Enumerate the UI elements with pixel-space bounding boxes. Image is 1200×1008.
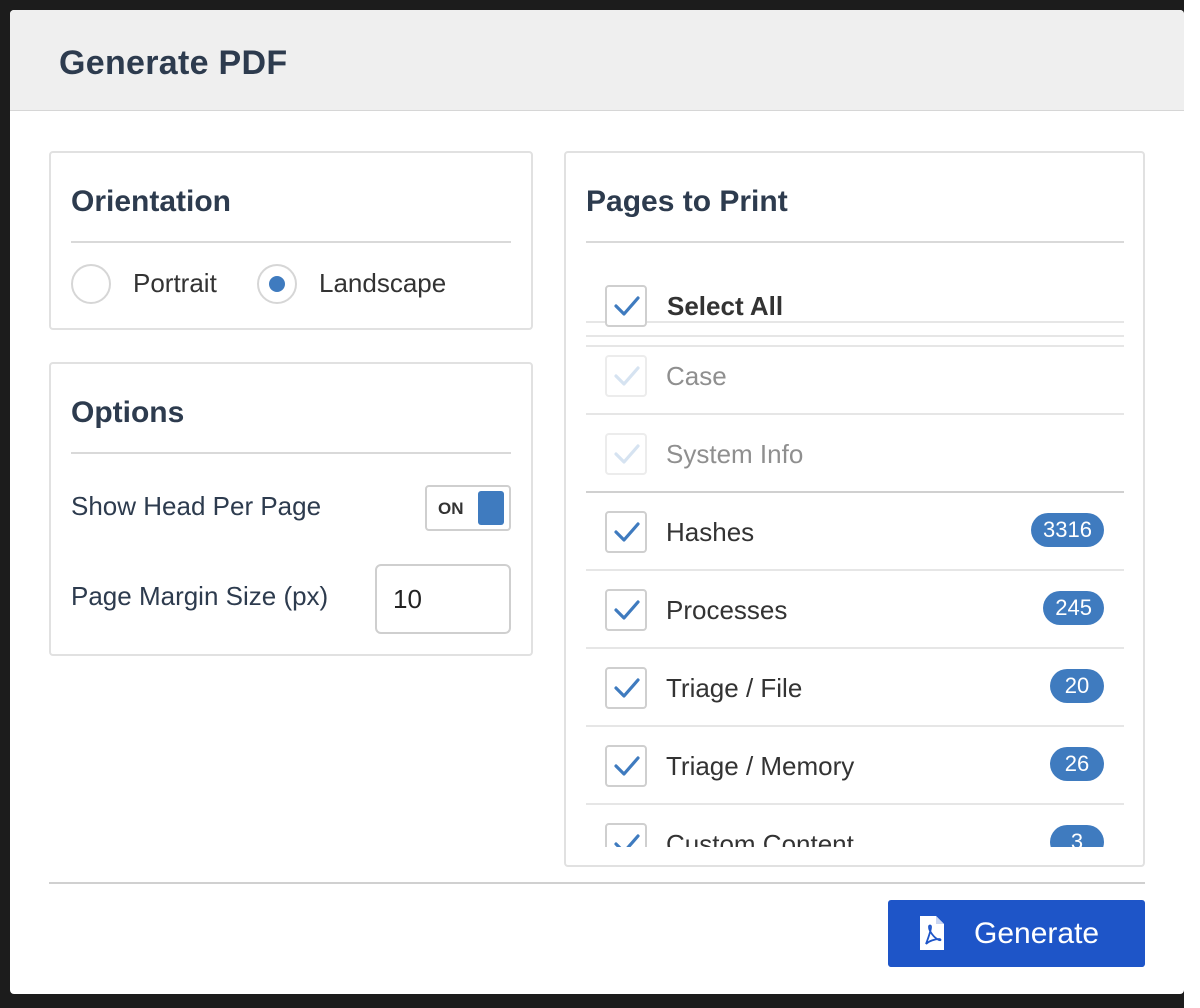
count-badge: 20 [1050, 669, 1104, 703]
check-icon [614, 522, 640, 542]
check-icon [614, 678, 640, 698]
generate-pdf-dialog: Generate PDF Orientation Portrait Landsc… [10, 10, 1184, 994]
custom-content-checkbox[interactable] [605, 823, 647, 847]
footer-divider [49, 882, 1145, 884]
processes-checkbox[interactable] [605, 589, 647, 631]
options-title: Options [71, 396, 185, 429]
toggle-state-text: ON [438, 499, 464, 518]
list-item-custom-content[interactable]: Custom Content 3 [586, 805, 1124, 847]
list-item-triage-file[interactable]: Triage / File 20 [586, 649, 1124, 727]
triage-file-checkbox[interactable] [605, 667, 647, 709]
show-head-label: Show Head Per Page [71, 491, 322, 521]
toggle-knob [478, 491, 504, 525]
generate-button[interactable]: Generate [888, 900, 1145, 967]
portrait-label[interactable]: Portrait [133, 268, 217, 299]
options-panel: Options Show Head Per Page ON Page Margi… [49, 362, 533, 656]
orientation-panel: Orientation Portrait Landscape [49, 151, 533, 330]
margin-size-label: Page Margin Size (px) [71, 581, 329, 611]
count-badge: 245 [1043, 591, 1104, 625]
case-label: Case [666, 361, 727, 391]
list-item-processes[interactable]: Processes 245 [586, 571, 1124, 649]
landscape-label[interactable]: Landscape [319, 268, 446, 299]
background-page-edge [1184, 0, 1200, 1008]
system-info-checkbox [605, 433, 647, 475]
hashes-checkbox[interactable] [605, 511, 647, 553]
dialog-header: Generate PDF [10, 10, 1184, 111]
divider [71, 452, 511, 454]
list-item-hashes[interactable]: Hashes 3316 [586, 493, 1124, 571]
count-badge: 3 [1050, 825, 1104, 847]
list-item-system-info: System Info [586, 415, 1124, 493]
list-item-select-all-divider [586, 245, 1124, 337]
check-icon [614, 834, 640, 847]
check-icon [614, 366, 640, 386]
count-badge: 26 [1050, 747, 1104, 781]
count-badge: 3316 [1031, 513, 1104, 547]
divider [71, 241, 511, 243]
generate-label: Generate [974, 917, 1100, 950]
landscape-radio[interactable] [257, 264, 297, 304]
margin-size-input[interactable] [375, 564, 511, 634]
divider [586, 241, 1124, 243]
triage-memory-checkbox[interactable] [605, 745, 647, 787]
case-checkbox [605, 355, 647, 397]
file-pdf-icon [920, 916, 944, 950]
system-info-label: System Info [666, 439, 804, 469]
pages-panel: Pages to Print Select All Case System In… [564, 151, 1145, 867]
check-icon [614, 600, 640, 620]
list-item-case: Case [586, 337, 1124, 415]
processes-label[interactable]: Processes [666, 595, 787, 626]
dialog-title: Generate PDF [59, 44, 288, 82]
list-item-triage-memory[interactable]: Triage / Memory 26 [586, 727, 1124, 805]
triage-file-label[interactable]: Triage / File [666, 673, 802, 704]
pages-rows[interactable]: Case System Info Hashes 3316 Processes 2… [586, 245, 1124, 847]
hashes-label[interactable]: Hashes [666, 517, 754, 548]
pages-title: Pages to Print [586, 185, 788, 218]
check-icon [614, 444, 640, 464]
triage-memory-label[interactable]: Triage / Memory [666, 751, 854, 782]
check-icon [614, 756, 640, 776]
orientation-title: Orientation [71, 185, 232, 218]
custom-content-label[interactable]: Custom Content [666, 829, 854, 847]
portrait-radio[interactable] [71, 264, 111, 304]
show-head-toggle[interactable]: ON [425, 485, 511, 531]
